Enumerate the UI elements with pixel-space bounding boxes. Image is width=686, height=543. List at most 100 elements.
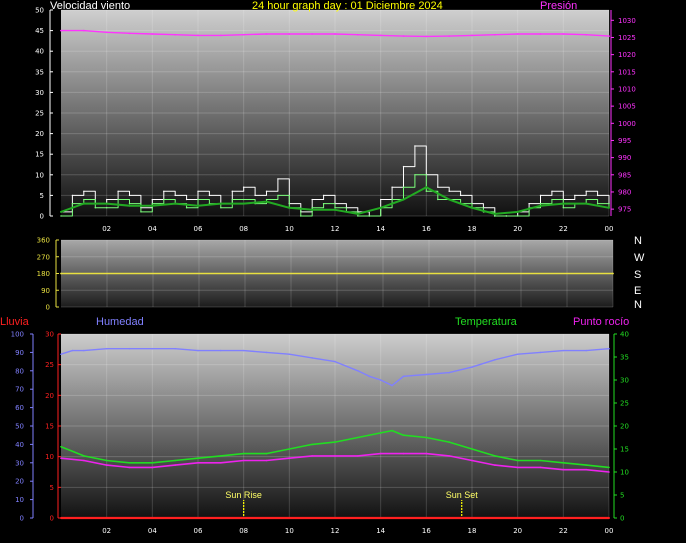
pressure-right-y-tick-label: 975 (618, 206, 631, 214)
wind-x-tick-label: 00 (605, 225, 614, 233)
humidity-point (174, 347, 176, 350)
dewpoint-point (562, 468, 565, 471)
dewpoint-point (379, 452, 382, 455)
wind-speed-point (71, 202, 74, 205)
wind-speed-point (368, 215, 370, 217)
pressure-label: Presión (540, 0, 578, 12)
humidity-left-y-tick-label: 0 (20, 515, 24, 523)
climate-x-tick-label: 20 (513, 527, 522, 535)
dewpoint-point (334, 455, 336, 457)
wind-left-y-tick-label: 0 (40, 213, 44, 221)
humidity-point (608, 347, 610, 350)
wind-avg-point (379, 206, 382, 209)
dewpoint-point (128, 466, 131, 469)
pressure-point (334, 33, 336, 35)
humidity-left-y-tick-label: 40 (15, 441, 24, 449)
wind-x-tick-label: 08 (239, 225, 248, 233)
pressure-point (379, 34, 382, 37)
temp-right-y-tick-label: 15 (620, 446, 629, 454)
pressure-point (608, 35, 610, 37)
humidity-left-y-tick-label: 100 (11, 331, 24, 339)
humidity-point (60, 353, 62, 356)
temperature-point (334, 441, 336, 443)
temperature-point (425, 436, 428, 439)
pressure-right-y-tick-label: 1015 (618, 68, 636, 76)
temperature-point (494, 455, 496, 457)
wind-speed-point (140, 211, 142, 213)
wind-left-y-tick-label: 45 (35, 27, 44, 35)
humidity-point (220, 349, 222, 352)
wind-speed-point (322, 202, 325, 205)
wind-left-y-tick-label: 25 (35, 110, 44, 118)
wind-gust-point (391, 186, 393, 188)
wind-gust-point (71, 194, 74, 197)
pressure-point (493, 33, 496, 36)
climate-x-tick-label: 02 (102, 527, 111, 535)
wind-speed-point (585, 198, 587, 201)
temperature-point (60, 445, 62, 448)
wind-x-tick-label: 06 (194, 225, 203, 233)
rain-left-y-tick-label: 20 (45, 392, 54, 400)
humidity-point (391, 384, 393, 387)
wind-speed-point (265, 198, 268, 201)
dewpoint-point (448, 455, 450, 457)
humidity-point (311, 357, 313, 359)
climate-x-tick-label: 16 (422, 527, 431, 535)
dewpoint-point (151, 466, 154, 469)
wind-speed-point (128, 202, 131, 205)
wind-speed-point (94, 207, 96, 209)
pressure-point (585, 33, 588, 36)
temperature-point (220, 455, 222, 457)
climate-x-tick-label: 14 (376, 527, 385, 535)
humidity-label: Humedad (96, 316, 144, 328)
humidity-point (494, 358, 496, 361)
temperature-point (105, 459, 108, 462)
humidity-point (425, 373, 428, 376)
wind-avg-point (402, 198, 405, 201)
pressure-point (356, 33, 359, 36)
pressure-point (562, 33, 565, 35)
pressure-right-y-tick-label: 1030 (618, 17, 636, 25)
wind-speed-point (220, 207, 222, 209)
wind-gust-point (528, 202, 530, 205)
dewpoint-point (402, 452, 405, 455)
climate-x-tick-label: 12 (331, 527, 340, 535)
temperature-label: Temperatura (455, 316, 517, 328)
wind-avg-point (219, 202, 222, 205)
dewpoint-point (220, 462, 222, 464)
dewpoint-point (494, 464, 496, 466)
compass-n-top: N (634, 235, 642, 247)
wind-left-y-tick-label: 20 (35, 130, 44, 138)
compass-e: E (634, 285, 642, 297)
dewpoint-point (288, 457, 291, 460)
pressure-point (174, 33, 177, 36)
pressure-point (288, 33, 291, 35)
pressure-point (311, 33, 314, 35)
wind-avg-point (562, 202, 565, 205)
dewpoint-point (425, 452, 428, 455)
climate-x-tick-label: 10 (285, 527, 294, 535)
wind-avg-point (174, 202, 177, 205)
temperature-point (608, 466, 610, 469)
humidity-point (368, 375, 371, 378)
wind-gust-point (254, 194, 256, 197)
pressure-point (265, 33, 268, 35)
humidity-point (105, 347, 108, 350)
direction-left-y-tick-label: 270 (37, 253, 50, 261)
wind-avg-point (448, 198, 451, 201)
humidity-left-y-tick-label: 20 (15, 478, 24, 486)
pressure-point (197, 34, 199, 37)
wind-left-y-tick-label: 5 (40, 192, 44, 200)
wind-x-tick-label: 12 (331, 225, 340, 233)
wind-avg-point (82, 202, 85, 205)
wind-x-tick-label: 02 (102, 225, 111, 233)
compass-n-bottom: N (634, 299, 642, 311)
rain-point (60, 517, 62, 519)
humidity-point (357, 370, 359, 372)
humidity-point (334, 360, 336, 363)
humidity-point (539, 351, 542, 354)
dewpoint-point (174, 464, 176, 466)
temperature-point (357, 436, 359, 439)
wind-speed-point (231, 198, 233, 201)
wind-gust-point (105, 198, 108, 201)
